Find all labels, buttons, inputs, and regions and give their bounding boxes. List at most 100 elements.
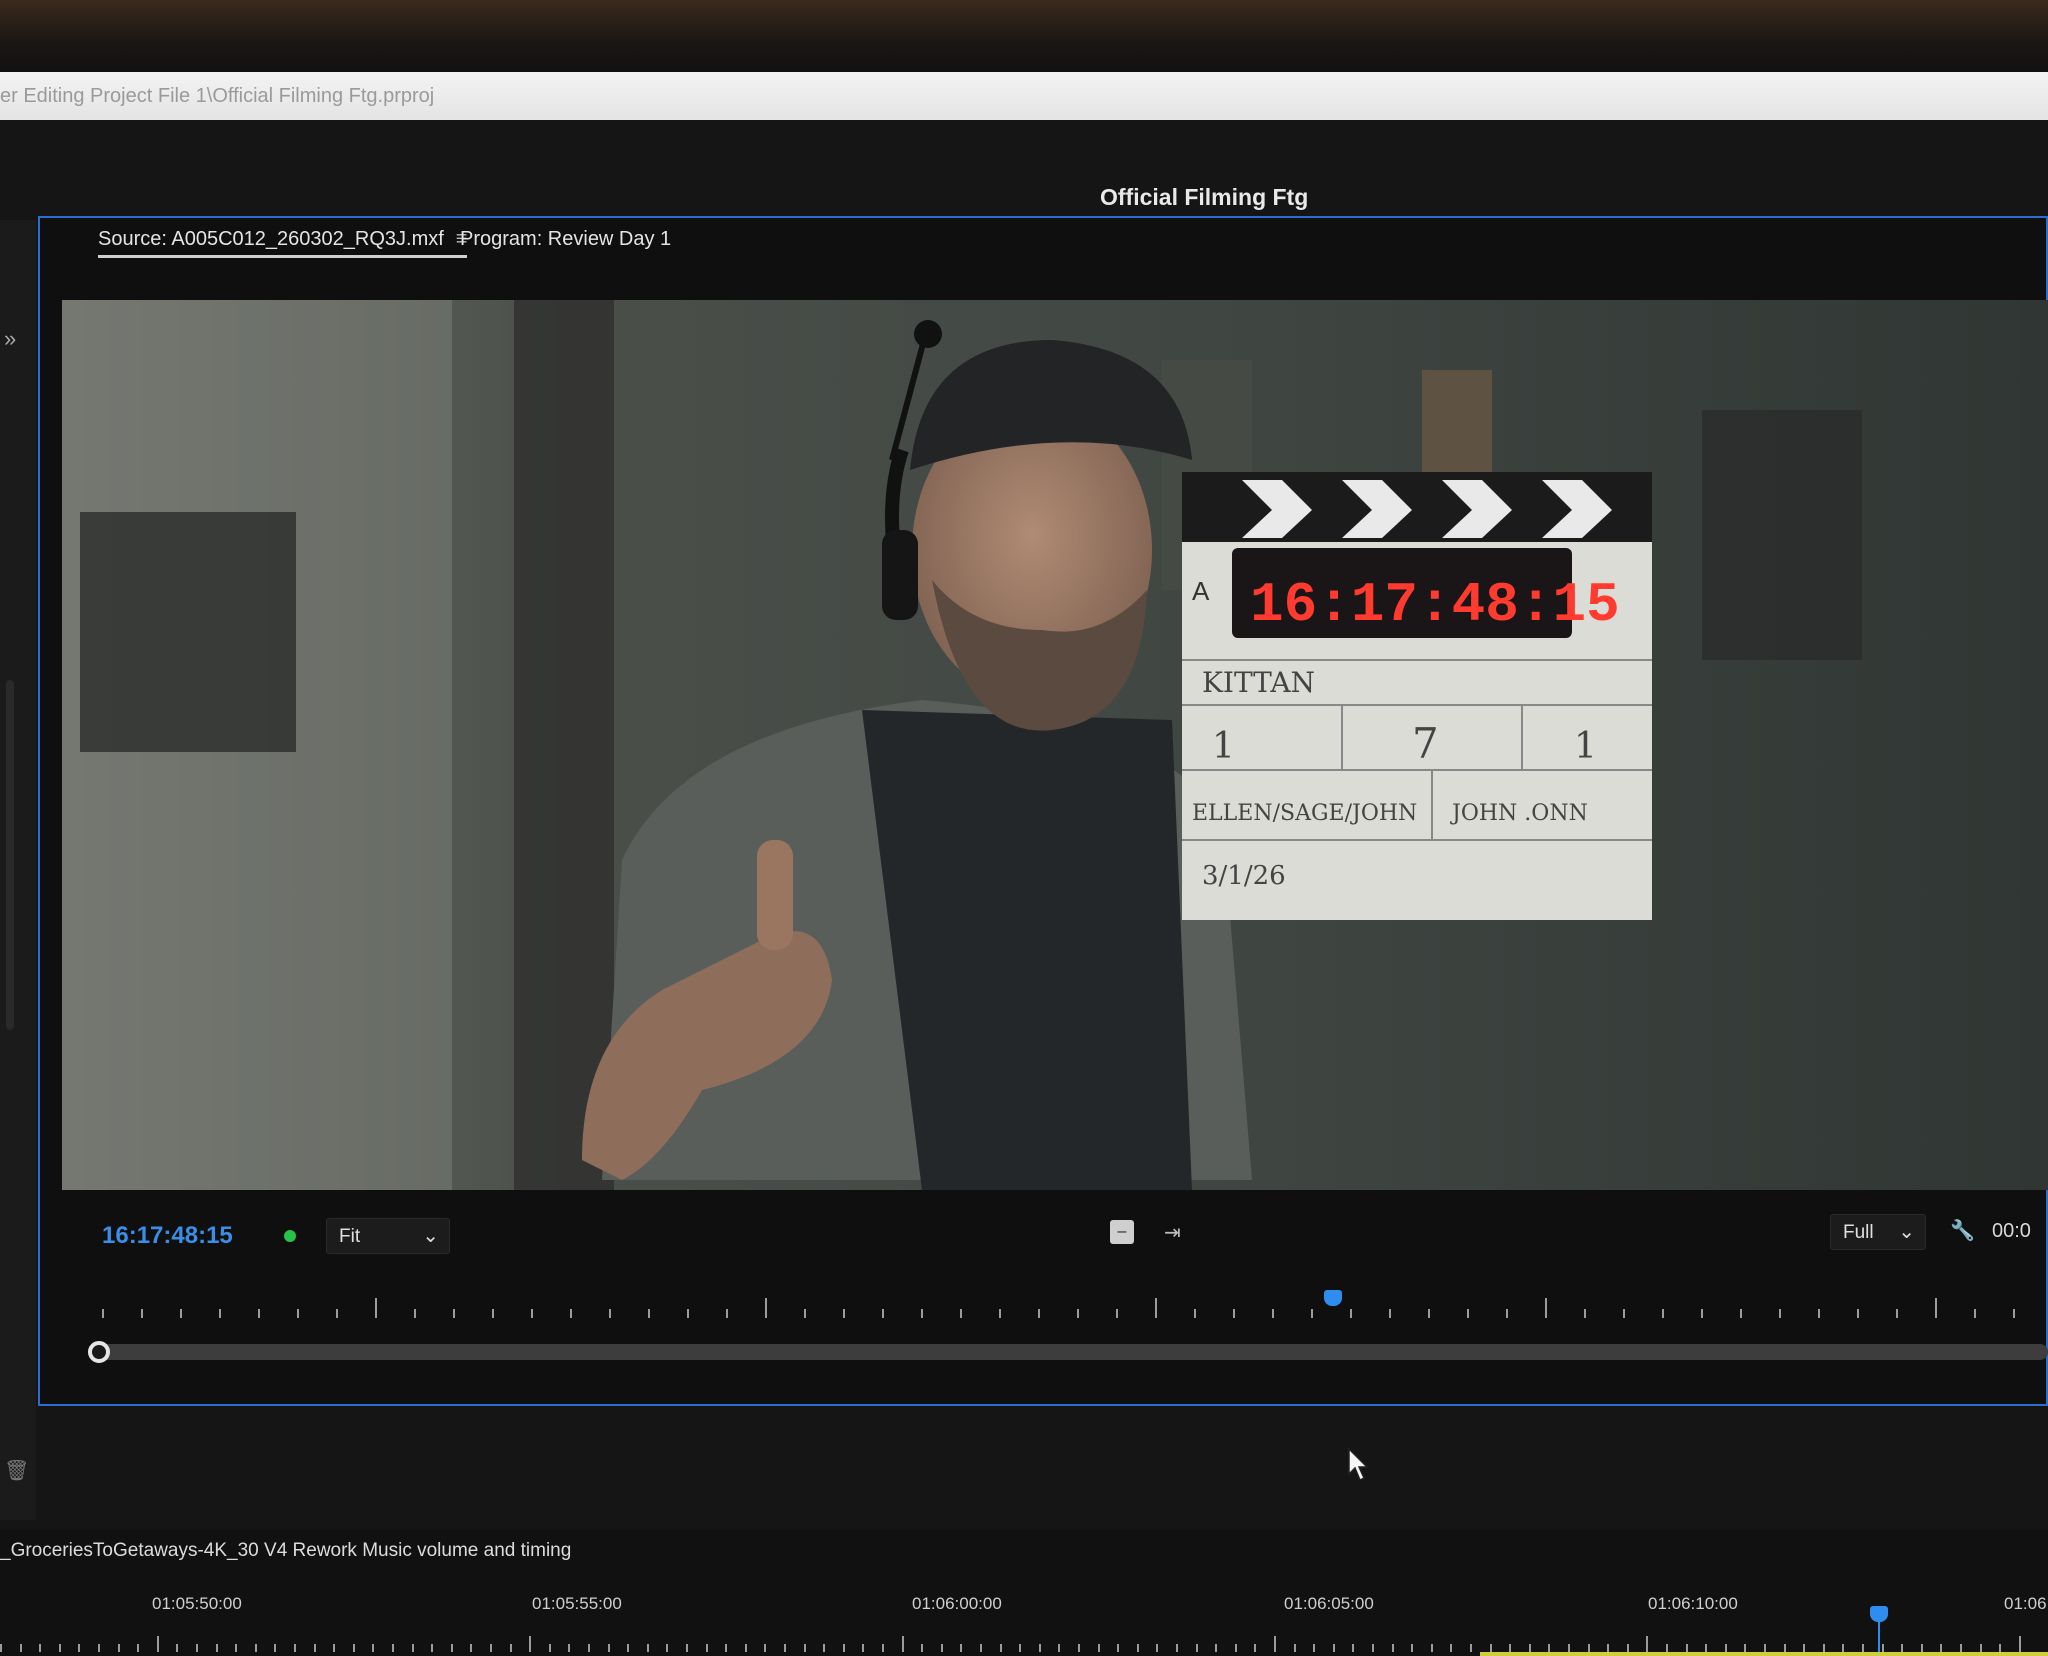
timeline-tick [411, 1644, 414, 1652]
overwrite-icon[interactable]: ⇥ [1164, 1220, 1181, 1245]
timeline-tick [960, 1644, 963, 1652]
timeline-tick [1234, 1644, 1237, 1652]
timeline-tick [1411, 1644, 1414, 1652]
zoom-scroll-bar[interactable] [88, 1341, 2048, 1363]
timeline-tick [1979, 1644, 1982, 1652]
ruler-label: 01:06:05:00 [1284, 1594, 1374, 1613]
timeline-tick [940, 1644, 943, 1652]
zoom-scroll-handle[interactable] [88, 1341, 110, 1363]
timeline-tick [1783, 1644, 1786, 1652]
time-ruler[interactable] [102, 1288, 2042, 1328]
timeline-tick [1038, 1644, 1041, 1652]
timeline-tick [1470, 1644, 1472, 1652]
timeline-tick [450, 1644, 453, 1652]
timeline-tick [431, 1644, 434, 1652]
timeline-tick [509, 1644, 512, 1652]
insert-icon[interactable]: – [1110, 1220, 1134, 1244]
timeline-tick [1607, 1644, 1610, 1652]
timeline-tick [1430, 1644, 1433, 1652]
video-frame[interactable]: 16:17:48:15 A KITTAN 1 7 1 ELLEN/SAGE/JO… [62, 300, 2048, 1190]
ruler-label: 01:06: [2004, 1594, 2048, 1613]
timeline-tick [1646, 1636, 1649, 1652]
ruler-tick [1857, 1309, 1859, 1318]
slate-roll: A [1192, 576, 1210, 606]
timeline-tick [744, 1644, 747, 1652]
left-panel-rail: » 🗑 [0, 220, 36, 1520]
trash-icon[interactable]: 🗑 [4, 1458, 29, 1483]
timeline-tick [1881, 1644, 1884, 1652]
timeline-tick [1940, 1644, 1943, 1652]
timeline-tick [803, 1644, 806, 1652]
resolution-dropdown-label: Full [1843, 1222, 1874, 1243]
monitor-controls: 16:17:48:15 Fit ⌄ – ⇥ Full ⌄ 🔧 00:0 [40, 1208, 2048, 1408]
timeline-tick [1724, 1644, 1727, 1652]
ruler-tick [102, 1309, 104, 1318]
playhead-timecode[interactable]: 16:17:48:15 [102, 1222, 233, 1250]
ruler-label: 01:05:50:00 [152, 1594, 242, 1613]
ruler-label: 01:06:00:00 [912, 1594, 1002, 1613]
tab-source-label: Source: A005C012_260302_RQ3J.mxf [98, 228, 444, 250]
timeline-tick [548, 1644, 551, 1652]
zoom-dropdown[interactable]: Fit ⌄ [326, 1218, 450, 1254]
timeline-tick [1685, 1644, 1688, 1652]
timeline-tick [1117, 1644, 1120, 1652]
timeline-tick [19, 1644, 22, 1652]
mouse-cursor-icon [1348, 1448, 1369, 1482]
ruler-tick [2013, 1309, 2015, 1318]
zoom-dropdown-label: Fit [339, 1226, 361, 1247]
ruler-tick [1779, 1309, 1781, 1318]
timeline-tick [0, 1644, 2, 1652]
timeline-tick [882, 1644, 884, 1652]
slate-scene: 1 [1212, 726, 1235, 767]
timeline-tick [1136, 1644, 1139, 1652]
timeline-tick [137, 1644, 140, 1652]
chevron-down-icon: ⌄ [1898, 1221, 1915, 1243]
ruler-tick [1623, 1309, 1625, 1318]
ruler-tick [1038, 1309, 1040, 1318]
timeline-tick [1764, 1644, 1766, 1652]
tab-program[interactable]: Program: Review Day 1 [460, 228, 671, 251]
timeline-tick [568, 1644, 571, 1652]
resolution-dropdown[interactable]: Full ⌄ [1830, 1214, 1926, 1250]
timeline-tick [117, 1644, 120, 1652]
timeline-tick [1450, 1644, 1453, 1652]
timeline-playhead[interactable] [1870, 1606, 1888, 1622]
timeline-tick [1176, 1644, 1178, 1652]
ruler-tick [570, 1309, 572, 1318]
work-area-bar[interactable] [1480, 1652, 2048, 1656]
tab-source[interactable]: Source: A005C012_260302_RQ3J.mxf ≡ [98, 228, 468, 258]
timeline-tick [1666, 1644, 1668, 1652]
ruler-tick [219, 1309, 221, 1318]
timeline-tick [529, 1636, 532, 1652]
expand-panels-icon[interactable]: » [4, 326, 16, 352]
ruler-tick [414, 1309, 416, 1318]
timeline-tick [1215, 1644, 1218, 1652]
sequence-name[interactable]: _GroceriesToGetaways-4K_30 V4 Rework Mus… [0, 1540, 571, 1562]
video-frame-image: 16:17:48:15 A KITTAN 1 7 1 ELLEN/SAGE/JO… [62, 300, 2048, 1190]
timeline-tick [274, 1644, 277, 1652]
sequence-timeline: _GroceriesToGetaways-4K_30 V4 Rework Mus… [0, 1530, 2048, 1656]
timeline-tick [254, 1644, 257, 1652]
timeline-tick [1960, 1644, 1962, 1652]
ruler-tick [1545, 1298, 1547, 1318]
timeline-tick [156, 1636, 159, 1652]
timeline-tick [1313, 1644, 1316, 1652]
title-bar: er Editing Project File 1\Official Filmi… [0, 72, 2048, 120]
timeline-tick [1862, 1644, 1864, 1652]
timeline-tick [666, 1644, 669, 1652]
ruler-tick [1272, 1309, 1274, 1318]
playhead-marker[interactable] [1324, 1290, 1343, 1306]
timeline-tick [1489, 1644, 1492, 1652]
ruler-tick [1740, 1309, 1742, 1318]
timeline-tick [1372, 1644, 1374, 1652]
wrench-icon[interactable]: 🔧 [1950, 1218, 1975, 1243]
timeline-tick [39, 1644, 42, 1652]
status-dot [284, 1230, 296, 1242]
ruler-tick [453, 1309, 455, 1318]
timeline-tick [98, 1644, 100, 1652]
ruler-tick [804, 1309, 806, 1318]
ruler-tick [1467, 1309, 1469, 1318]
tab-program-label: Program: Review Day 1 [460, 228, 672, 250]
panel-scrollbar[interactable] [6, 680, 14, 1030]
chevron-down-icon: ⌄ [422, 1225, 439, 1247]
